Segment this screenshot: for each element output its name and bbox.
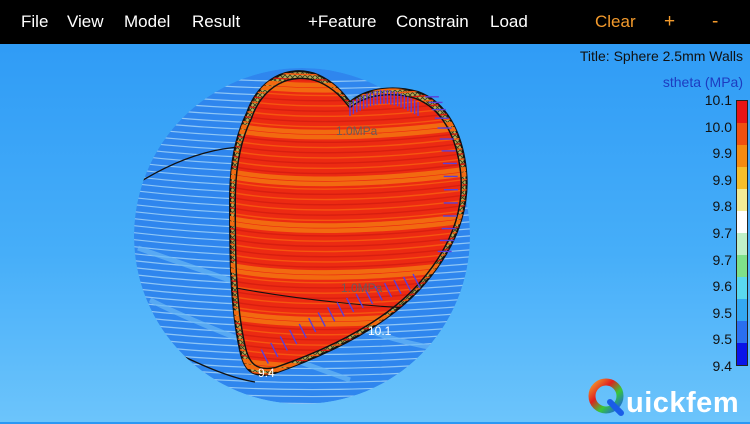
menu-model[interactable]: Model xyxy=(124,0,170,44)
pressure-label-top: 1.0MPa xyxy=(336,124,378,138)
legend-color-band xyxy=(737,123,747,145)
legend-color-band xyxy=(737,211,747,233)
legend-color-band xyxy=(737,277,747,299)
quickfem-logo: uickfem xyxy=(588,378,740,419)
legend-tick-label: 9.9 xyxy=(712,171,732,188)
legend-tick-label: 10.1 xyxy=(704,92,732,108)
zoom-out-button[interactable]: - xyxy=(712,0,718,44)
stress-contour-band xyxy=(220,58,480,70)
color-legend-bar xyxy=(736,100,748,366)
legend-tick-label: 9.5 xyxy=(712,304,732,321)
legend-title: stheta (MPa) xyxy=(662,74,743,90)
fem-model-viewport[interactable] xyxy=(0,44,720,422)
menu-constrain[interactable]: Constrain xyxy=(396,0,469,44)
legend-color-band xyxy=(737,321,747,343)
legend-tick-label: 9.6 xyxy=(712,278,732,295)
legend-color-band xyxy=(737,299,747,321)
menu-bar: File View Model Result +Feature Constrai… xyxy=(0,0,750,44)
legend-color-band xyxy=(737,167,747,189)
legend-color-band xyxy=(737,189,747,211)
legend-tick-label: 9.7 xyxy=(712,251,732,268)
legend-tick-label: 9.4 xyxy=(712,358,732,374)
legend-tick-label: 9.9 xyxy=(712,145,732,162)
value-label-min: 9.4 xyxy=(258,366,275,380)
pressure-label-mid: 1.0MPa xyxy=(341,281,383,295)
logo-text: uickfem xyxy=(626,386,740,419)
legend-color-band xyxy=(737,255,747,277)
legend-color-band xyxy=(737,343,747,365)
menu-load[interactable]: Load xyxy=(490,0,528,44)
legend-tick-label: 9.8 xyxy=(712,198,732,215)
legend-tick-label: 10.0 xyxy=(704,118,732,135)
menu-add-feature[interactable]: +Feature xyxy=(308,0,377,44)
menu-file[interactable]: File xyxy=(21,0,48,44)
legend-color-band xyxy=(737,233,747,255)
stress-contour-band xyxy=(230,71,467,76)
menu-view[interactable]: View xyxy=(67,0,104,44)
clear-button[interactable]: Clear xyxy=(595,0,636,44)
model-title: Title: Sphere 2.5mm Walls xyxy=(579,48,743,64)
legend-tick-label: 9.7 xyxy=(712,225,732,241)
legend-color-band xyxy=(737,145,747,167)
menu-result[interactable]: Result xyxy=(192,0,240,44)
legend-color-band xyxy=(737,101,747,123)
logo-q-icon xyxy=(588,378,626,424)
zoom-in-button[interactable]: + xyxy=(664,0,675,44)
value-label-right: 10.1 xyxy=(368,324,392,338)
legend-tick-label: 9.5 xyxy=(712,331,732,348)
